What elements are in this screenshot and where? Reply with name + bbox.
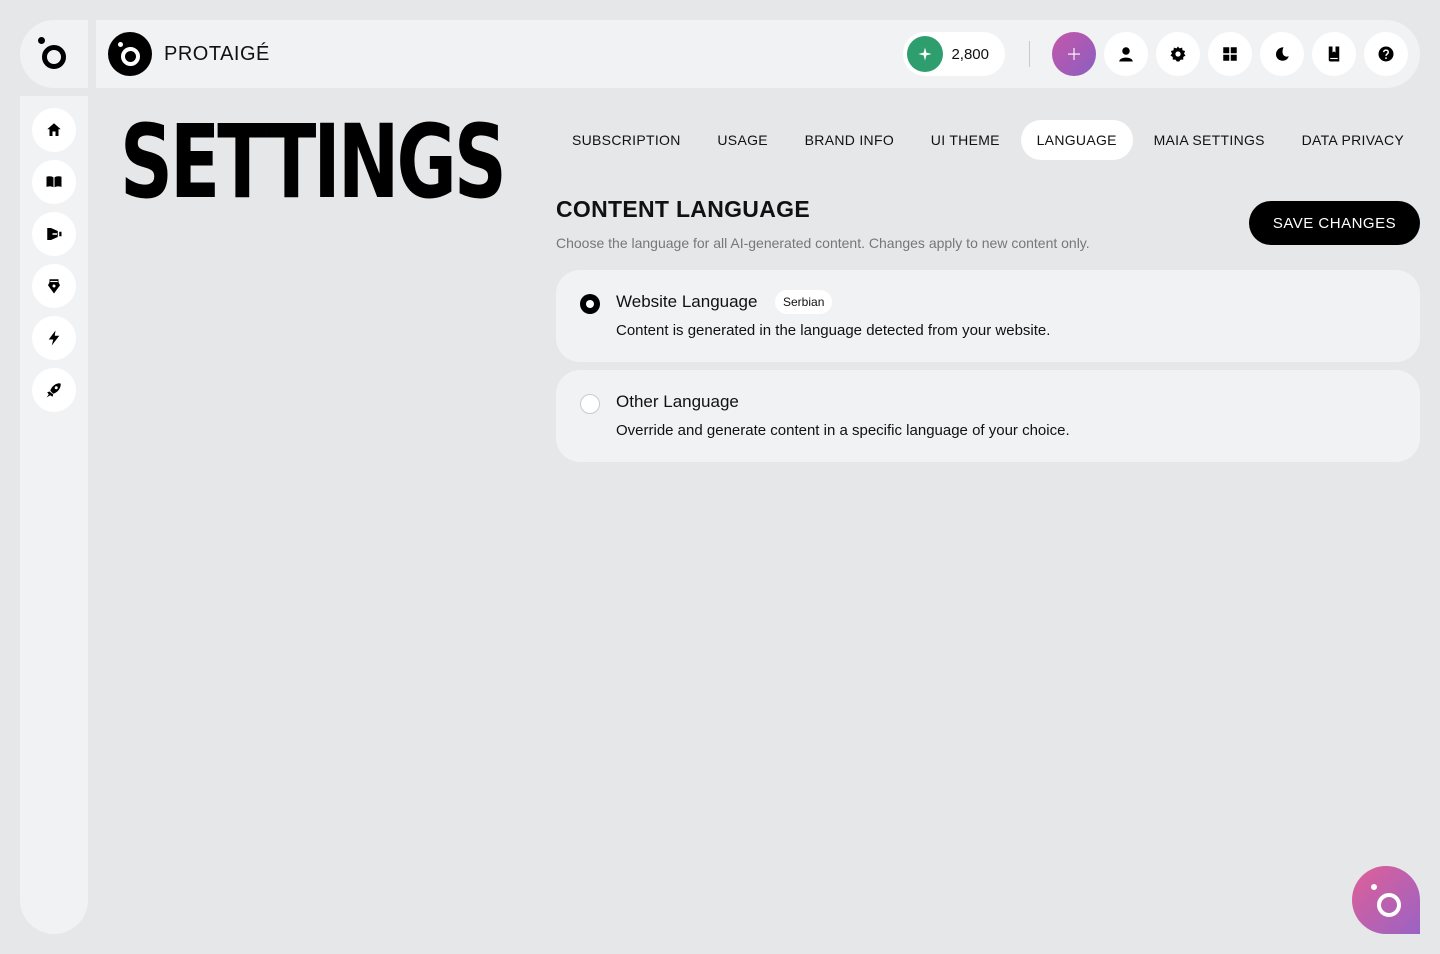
tab-ui-theme[interactable]: UI THEME — [915, 120, 1016, 160]
grid-icon — [1223, 47, 1237, 61]
sidebar — [20, 96, 88, 934]
gear-icon — [1170, 46, 1186, 62]
assistant-logo-icon — [1377, 893, 1401, 917]
lightning-icon — [48, 330, 60, 346]
sidebar-item-campaigns[interactable] — [32, 212, 76, 256]
brand-name: PROTAIGÉ — [164, 42, 270, 65]
option-description: Override and generate content in a speci… — [616, 422, 1070, 439]
book-open-icon — [46, 176, 62, 188]
sidebar-item-library[interactable] — [32, 160, 76, 204]
radio-website-language[interactable] — [580, 294, 600, 314]
save-changes-button[interactable]: SAVE CHANGES — [1249, 201, 1420, 245]
app-logo-icon — [36, 36, 72, 72]
apps-button[interactable] — [1208, 32, 1252, 76]
pen-nib-icon — [48, 279, 60, 294]
profile-button[interactable] — [1104, 32, 1148, 76]
brand-logo-icon — [108, 32, 152, 76]
sidebar-item-home[interactable] — [32, 108, 76, 152]
help-icon — [1378, 46, 1394, 62]
user-icon — [1119, 47, 1133, 62]
app-logo-tile[interactable] — [20, 20, 88, 88]
credits-value: 2,800 — [951, 45, 989, 63]
assistant-chat-button[interactable] — [1352, 866, 1420, 934]
tab-brand-info[interactable]: BRAND INFO — [789, 120, 910, 160]
option-title: Other Language — [616, 392, 739, 411]
page-title: SETTINGS — [120, 103, 507, 222]
tab-usage[interactable]: USAGE — [701, 120, 784, 160]
option-website-language[interactable]: Website Language Serbian Content is gene… — [556, 270, 1420, 362]
credits-badge[interactable]: 2,800 — [903, 32, 1005, 76]
option-title: Website Language — [616, 292, 758, 311]
plus-icon — [1068, 48, 1080, 60]
section-description: Choose the language for all AI-generated… — [556, 235, 1090, 251]
header-divider — [1029, 41, 1030, 67]
sidebar-item-create[interactable] — [32, 264, 76, 308]
help-button[interactable] — [1364, 32, 1408, 76]
section-title: CONTENT LANGUAGE — [556, 196, 810, 222]
sidebar-item-automations[interactable] — [32, 316, 76, 360]
home-icon — [47, 123, 61, 136]
sidebar-item-launch[interactable] — [32, 368, 76, 412]
tab-language[interactable]: LANGUAGE — [1020, 120, 1133, 160]
option-other-language[interactable]: Other Language Override and generate con… — [556, 370, 1420, 462]
top-header: PROTAIGÉ 2,800 — [96, 20, 1420, 88]
tab-subscription[interactable]: SUBSCRIPTION — [556, 120, 697, 160]
book-icon — [1328, 46, 1340, 62]
megaphone-icon — [47, 228, 62, 240]
detected-language-badge: Serbian — [775, 290, 833, 314]
tab-maia-settings[interactable]: MAIA SETTINGS — [1138, 120, 1281, 160]
settings-button[interactable] — [1156, 32, 1200, 76]
settings-tabs: SUBSCRIPTION USAGE BRAND INFO UI THEME L… — [556, 120, 1420, 160]
docs-button[interactable] — [1312, 32, 1356, 76]
create-button[interactable] — [1052, 32, 1096, 76]
option-description: Content is generated in the language det… — [616, 322, 1051, 339]
sparkle-icon — [907, 36, 944, 72]
tab-data-privacy[interactable]: DATA PRIVACY — [1286, 120, 1420, 160]
theme-toggle-button[interactable] — [1260, 32, 1304, 76]
moon-icon — [1276, 47, 1289, 61]
rocket-icon — [46, 383, 61, 398]
radio-other-language[interactable] — [580, 394, 600, 414]
